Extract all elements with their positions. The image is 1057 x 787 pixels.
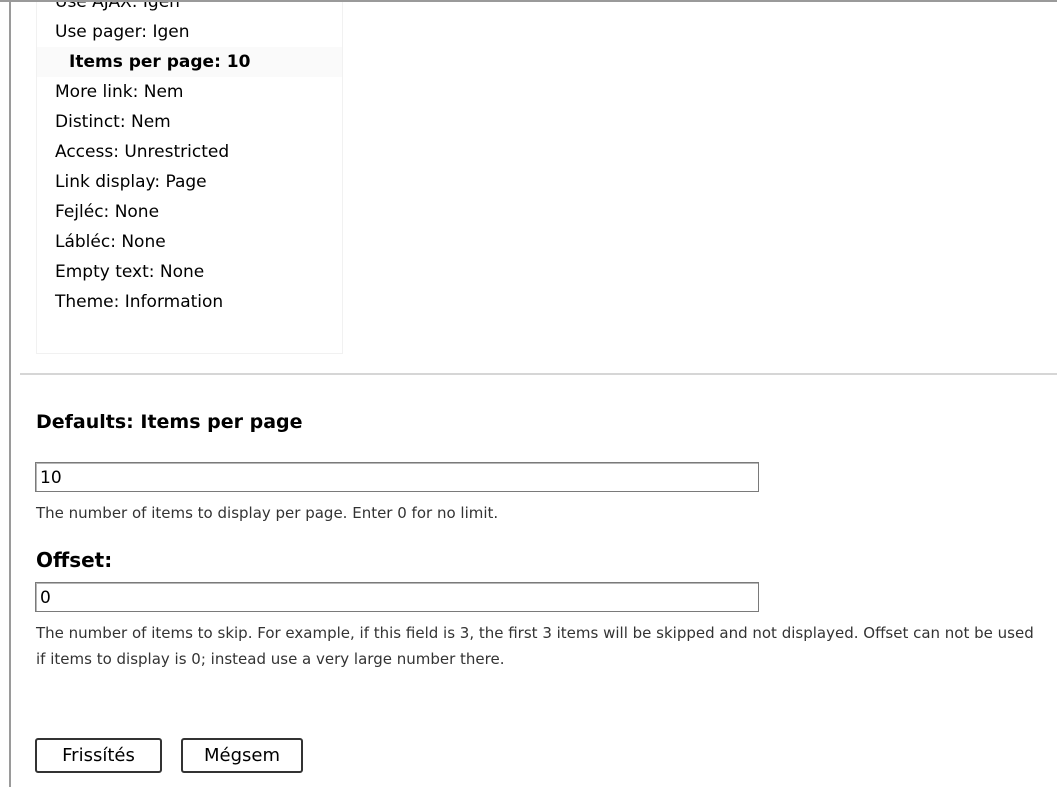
setting-label: Lábléc: None bbox=[55, 232, 166, 252]
setting-label: More link: Nem bbox=[55, 82, 184, 102]
setting-label: Fejléc: None bbox=[55, 202, 160, 222]
form-title: Defaults: Items per page bbox=[36, 411, 303, 433]
update-button[interactable]: Frissítés bbox=[35, 738, 162, 773]
setting-label: Access: Unrestricted bbox=[55, 142, 230, 162]
setting-use-pager[interactable]: Use pager: Igen bbox=[37, 17, 342, 47]
setting-footer[interactable]: Lábléc: None bbox=[37, 227, 342, 257]
items-per-page-input[interactable] bbox=[35, 462, 759, 492]
setting-theme[interactable]: Theme: Information bbox=[37, 287, 342, 317]
setting-more-link[interactable]: More link: Nem bbox=[37, 77, 342, 107]
offset-input[interactable] bbox=[35, 582, 759, 612]
setting-label: Link display: Page bbox=[55, 172, 207, 192]
setting-distinct[interactable]: Distinct: Nem bbox=[37, 107, 342, 137]
panel-left-border bbox=[9, 0, 11, 787]
setting-link-display[interactable]: Link display: Page bbox=[37, 167, 342, 197]
setting-access[interactable]: Access: Unrestricted bbox=[37, 137, 342, 167]
setting-use-ajax[interactable]: Use AJAX: Igen bbox=[37, 2, 342, 17]
settings-items: Use AJAX: Igen Use pager: Igen Items per… bbox=[37, 2, 342, 317]
setting-header[interactable]: Fejléc: None bbox=[37, 197, 342, 227]
offset-description: The number of items to skip. For example… bbox=[36, 624, 1034, 668]
setting-label: Distinct: Nem bbox=[55, 112, 171, 132]
setting-label: Theme: Information bbox=[55, 292, 224, 312]
display-settings-list: Use AJAX: Igen Use pager: Igen Items per… bbox=[36, 2, 343, 354]
setting-label: Use pager: Igen bbox=[55, 22, 190, 42]
setting-empty-text[interactable]: Empty text: None bbox=[37, 257, 342, 287]
setting-label: Items per page: 10 bbox=[69, 52, 251, 72]
items-per-page-description: The number of items to display per page.… bbox=[36, 504, 499, 522]
section-divider bbox=[20, 373, 1057, 375]
cancel-button[interactable]: Mégsem bbox=[181, 738, 303, 773]
setting-label: Empty text: None bbox=[55, 262, 205, 282]
offset-label: Offset: bbox=[36, 548, 113, 572]
setting-items-per-page[interactable]: Items per page: 10 bbox=[37, 47, 342, 77]
setting-label: Use AJAX: Igen bbox=[55, 2, 180, 12]
